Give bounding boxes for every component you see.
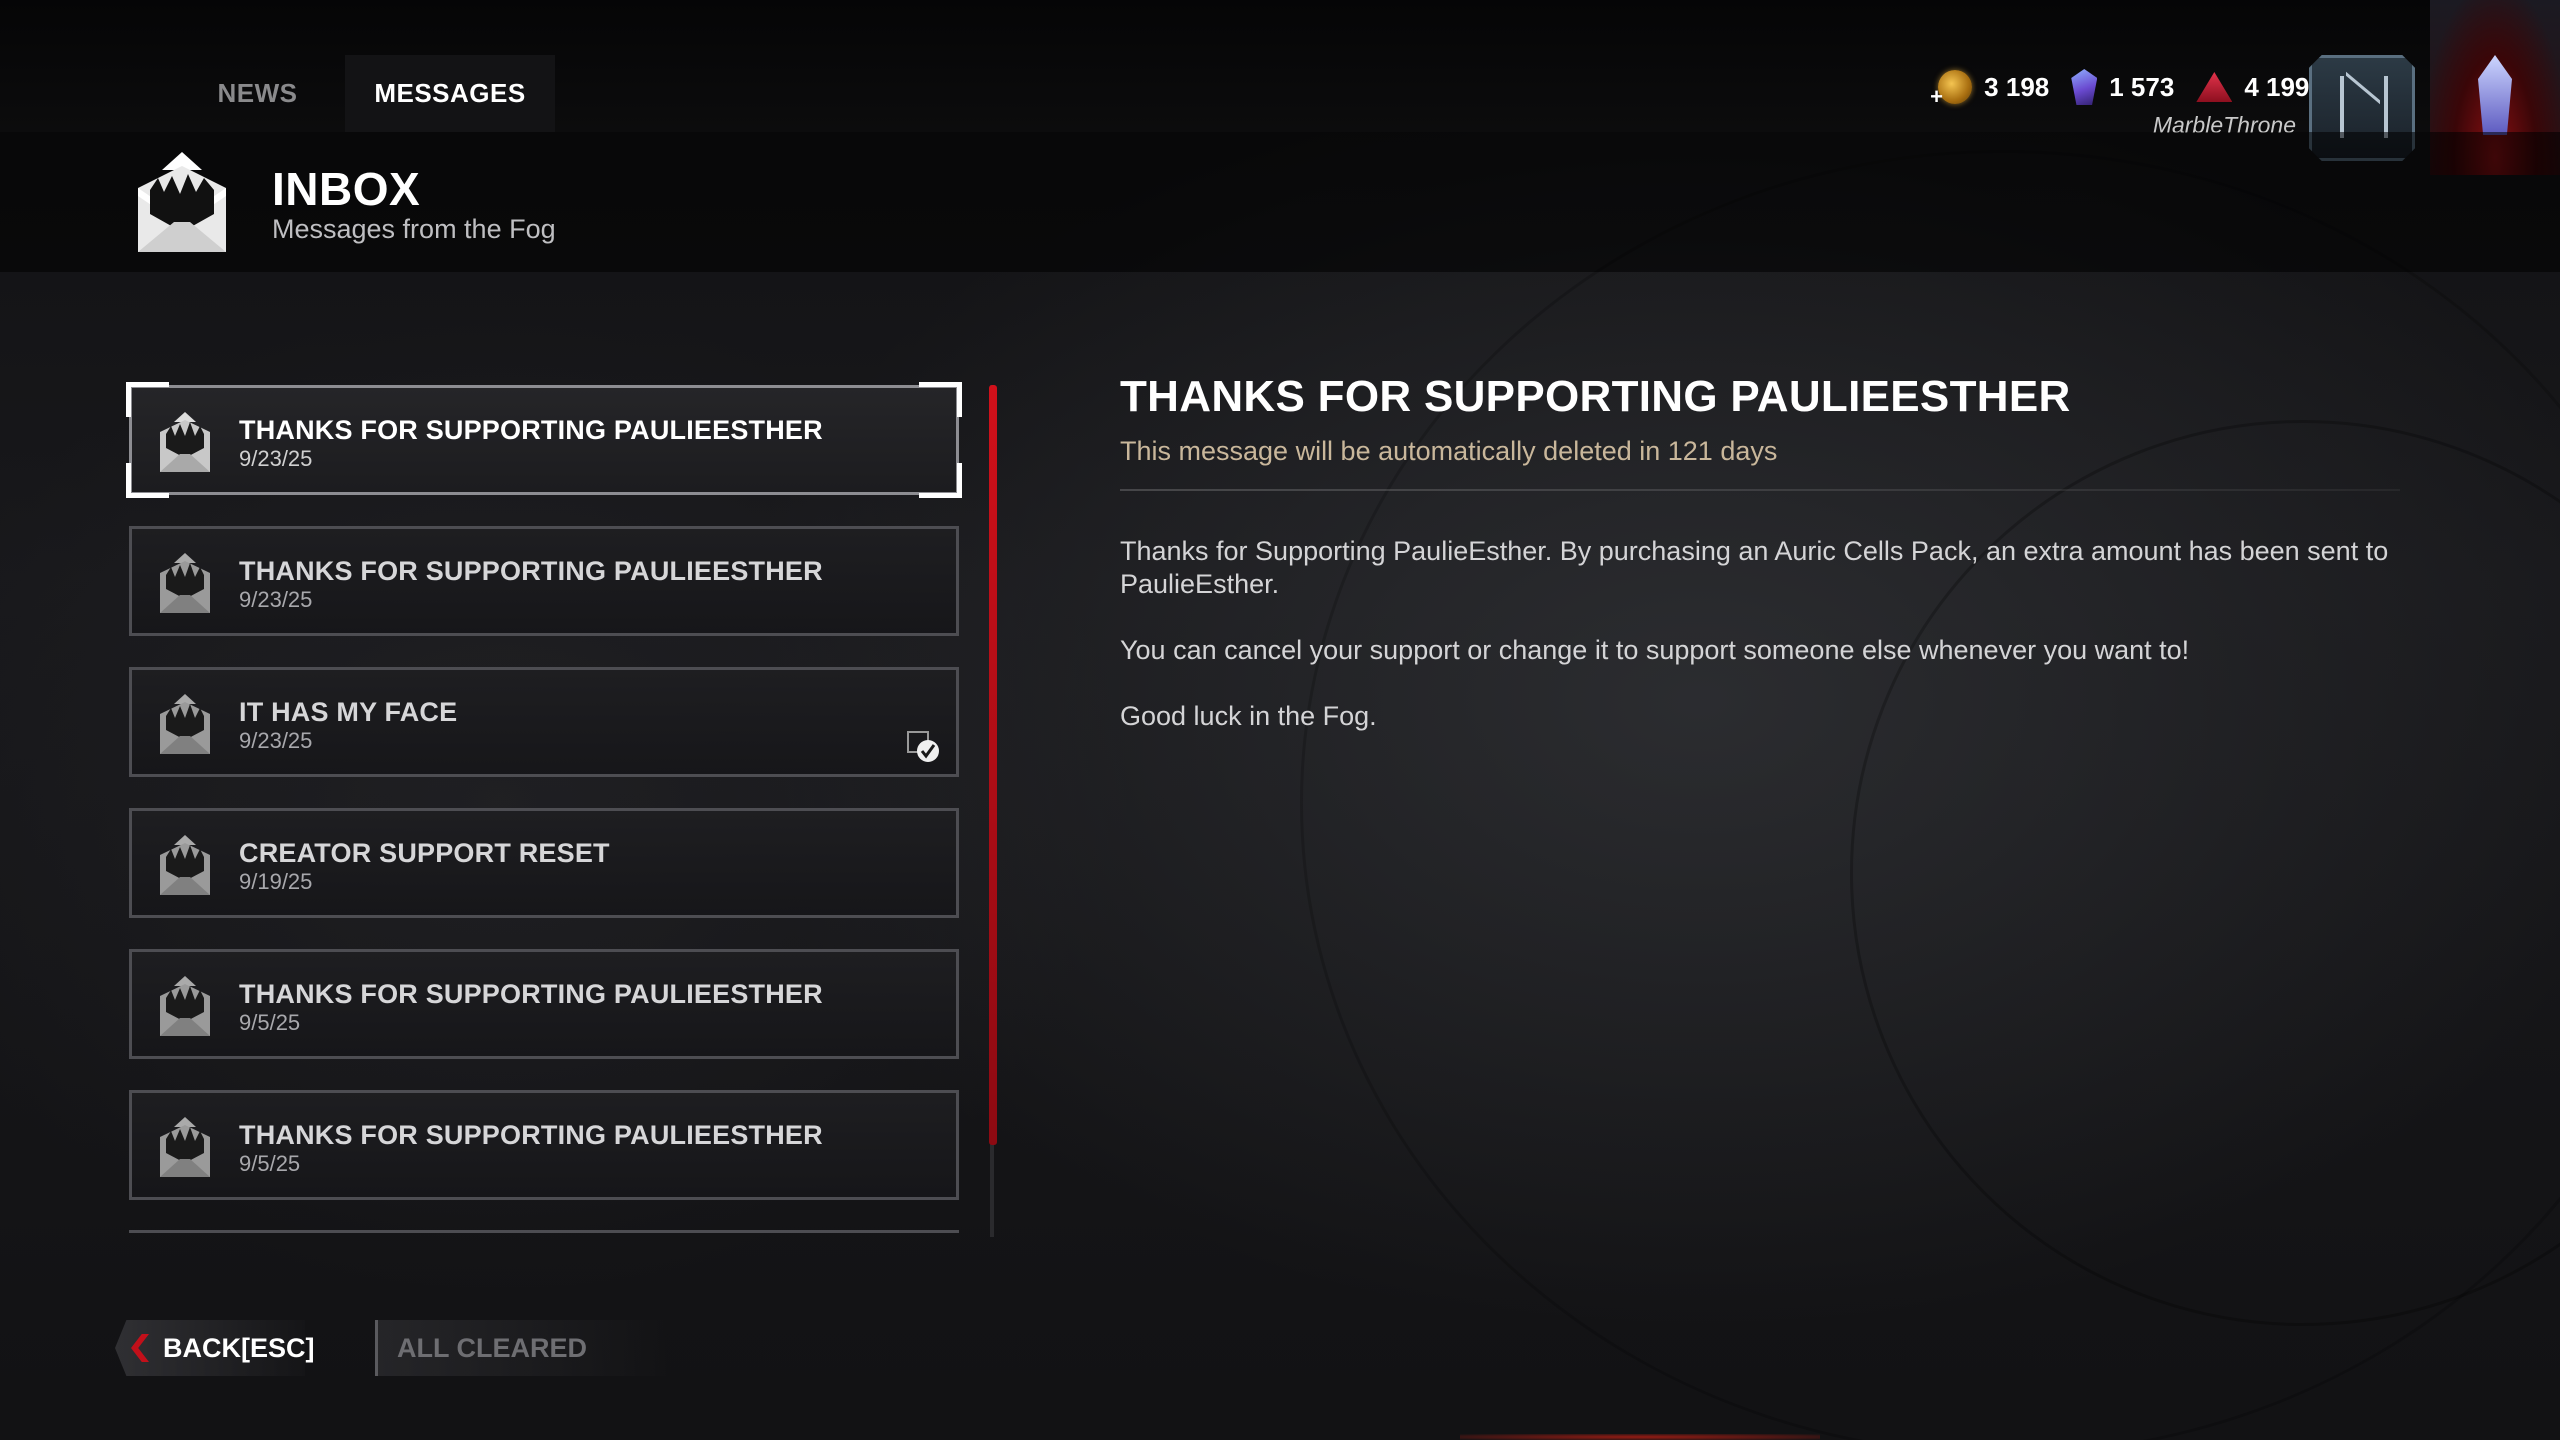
top-bar: NEWS MESSAGES + 3 198 1 573 4 199 036 Ma… — [0, 0, 2560, 161]
message-item[interactable]: IT HAS MY FACE 9/23/25 — [129, 667, 959, 777]
divider — [1120, 489, 2400, 491]
claimed-check-icon — [907, 731, 939, 762]
message-date: 9/5/25 — [239, 1151, 301, 1176]
inbox-screen: NEWS MESSAGES + 3 198 1 573 4 199 036 Ma… — [0, 0, 2560, 1440]
message-date: 9/23/25 — [239, 587, 313, 612]
message-item[interactable]: CREATOR SUPPORT RESET 9/19/25 — [129, 808, 959, 918]
currency-bar: + 3 198 1 573 4 199 036 — [1930, 66, 2360, 109]
message-list[interactable]: THANKS FOR SUPPORTING PAULIEESTHER 9/23/… — [125, 380, 965, 1240]
detail-body: Thanks for Supporting PaulieEsther. By p… — [1120, 535, 2420, 733]
all-cleared-button[interactable]: ALL CLEARED — [375, 1320, 675, 1378]
message-title: IT HAS MY FACE — [239, 697, 458, 727]
page-title: INBOX — [272, 163, 421, 215]
character-figure — [2478, 55, 2512, 135]
message-item[interactable]: THANKS FOR SUPPORTING PAULIEESTHER 9/23/… — [129, 526, 959, 636]
all-cleared-label: ALL CLEARED — [397, 1333, 588, 1363]
detail-paragraph: Thanks for Supporting PaulieEsther. By p… — [1120, 536, 2389, 599]
message-title: CREATOR SUPPORT RESET — [239, 838, 610, 868]
plus-icon: + — [1930, 84, 1944, 109]
page-header: INBOX Messages from the Fog — [0, 132, 2560, 272]
envelope-icon — [160, 835, 210, 895]
shards-value: 3 198 — [1984, 71, 2050, 102]
ember-glow — [1460, 1434, 1820, 1440]
envelope-inbox-icon — [130, 148, 235, 258]
scrollbar-thumb[interactable] — [989, 385, 997, 1145]
message-date: 9/23/25 — [239, 728, 313, 753]
message-date: 9/19/25 — [239, 869, 313, 894]
iridescent-shards[interactable]: + 3 198 — [1930, 70, 2050, 109]
message-item-partial[interactable] — [129, 1230, 959, 1240]
message-date: 9/5/25 — [239, 1010, 301, 1035]
envelope-icon — [160, 694, 210, 754]
detail-expiry: This message will be automatically delet… — [1120, 436, 1778, 466]
auric-cell-icon — [2071, 69, 2098, 105]
envelope-icon — [160, 1117, 210, 1177]
message-detail: THANKS FOR SUPPORTING PAULIEESTHER This … — [1120, 372, 2420, 766]
auric-cells-value: 1 573 — [2109, 71, 2175, 102]
bloodpoint-icon — [2196, 72, 2233, 102]
detail-paragraph: Good luck in the Fog. — [1120, 701, 1377, 731]
back-button-label: BACK[ESC] — [163, 1333, 315, 1363]
message-date: 9/23/25 — [239, 446, 313, 471]
message-title: THANKS FOR SUPPORTING PAULIEESTHER — [239, 979, 823, 1009]
message-item[interactable]: THANKS FOR SUPPORTING PAULIEESTHER 9/5/2… — [129, 949, 959, 1059]
selection-corner — [919, 382, 962, 417]
tab-messages[interactable]: MESSAGES — [345, 55, 555, 132]
message-item[interactable]: THANKS FOR SUPPORTING PAULIEESTHER 9/23/… — [126, 382, 962, 498]
detail-title: THANKS FOR SUPPORTING PAULIEESTHER — [1120, 372, 2071, 421]
message-title: THANKS FOR SUPPORTING PAULIEESTHER — [239, 1120, 823, 1150]
message-title: THANKS FOR SUPPORTING PAULIEESTHER — [239, 556, 823, 586]
envelope-icon — [160, 412, 210, 472]
fog-decoration — [1300, 150, 2560, 1440]
selection-corner — [919, 463, 962, 498]
envelope-icon — [160, 553, 210, 613]
envelope-icon — [160, 976, 210, 1036]
iridescent-shard-icon: + — [1930, 70, 1973, 109]
rank-glyph — [2340, 76, 2388, 138]
message-item[interactable]: THANKS FOR SUPPORTING PAULIEESTHER 9/5/2… — [129, 1090, 959, 1200]
detail-paragraph: You can cancel your support or change it… — [1120, 635, 2190, 665]
message-title: THANKS FOR SUPPORTING PAULIEESTHER — [239, 415, 823, 445]
page-subtitle: Messages from the Fog — [272, 214, 556, 244]
tab-news[interactable]: NEWS — [180, 55, 335, 132]
auric-cells[interactable]: 1 573 — [2071, 69, 2174, 105]
back-button[interactable]: BACK[ESC] — [115, 1320, 315, 1380]
